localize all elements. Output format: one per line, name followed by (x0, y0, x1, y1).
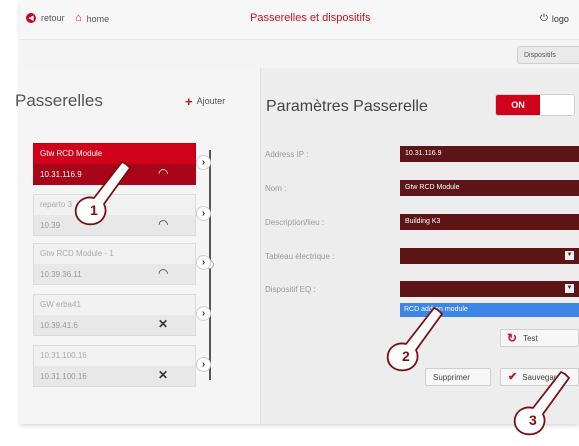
chevron-right-icon[interactable]: › (196, 357, 211, 372)
refresh-icon: ↻ (507, 331, 518, 345)
description-field[interactable]: Building K3 (400, 214, 579, 230)
page-title: Passerelles et dispositifs (250, 12, 371, 24)
callout-number-3: 3 (529, 412, 537, 428)
description-label: Description/lieu : (265, 218, 325, 227)
callout-number-1: 1 (90, 202, 98, 218)
home-label: home (86, 13, 110, 24)
back-arrow-icon: ◀ (26, 13, 36, 23)
gateway-name: 10.31.100.16 (40, 351, 87, 360)
name-field[interactable]: Gtw RCD Module (400, 180, 579, 196)
gateway-item[interactable]: Gtw RCD Module - 1 10.39.36.11 ◠ (33, 243, 196, 285)
test-label: Test (523, 333, 538, 343)
name-label: Nom : (265, 184, 287, 193)
chevron-right-icon[interactable]: › (196, 255, 211, 270)
gateways-title: Passerelles (15, 91, 103, 110)
logout-button[interactable]: ⏻ logo (540, 13, 569, 24)
on-off-toggle[interactable]: ON (495, 94, 575, 116)
test-button[interactable]: ↻ Test (500, 329, 579, 347)
wifi-icon: ◠ (158, 166, 169, 180)
back-label: retour (41, 13, 65, 23)
logout-label: logo (551, 13, 569, 24)
gateway-name: Gtw RCD Module (40, 149, 103, 158)
ip-address-label: Address IP : (265, 150, 309, 159)
gateway-item[interactable]: GW erba41 10.39.41.6 ✕ (33, 294, 196, 336)
eq-device-label: Dispositif EQ : (265, 285, 316, 294)
electrical-panel-label: Tableau électrique : (265, 252, 335, 261)
top-bar: ◀ retour ⌂ home Passerelles et dispositi… (20, 0, 579, 40)
add-gateway-button[interactable]: + Ajouter (185, 93, 226, 109)
chevron-right-icon[interactable]: › (196, 206, 211, 221)
callout-pointer-3: 3 (513, 371, 570, 436)
callout-pointer-1: 1 (74, 161, 131, 226)
gateway-item[interactable]: 10.31.100.16 10.31.100.16 ✕ (33, 345, 196, 387)
callout-pointer-2: 2 (386, 307, 443, 372)
chevron-right-icon[interactable]: › (196, 306, 211, 321)
devices-tab-button[interactable]: Dispositifs (517, 46, 579, 64)
gateway-ip: 10.39.36.11 ◠ (34, 264, 195, 284)
chevron-down-icon[interactable]: ▼ (565, 284, 574, 293)
back-button[interactable]: ◀ retour (26, 13, 65, 23)
toggle-on-label: ON (496, 95, 540, 115)
wifi-icon: ◠ (158, 266, 169, 280)
chevron-right-icon[interactable]: › (196, 155, 211, 170)
ip-address-field[interactable]: 10.31.116.9 (400, 146, 579, 162)
power-icon: ⏻ (540, 13, 548, 24)
chevron-down-icon[interactable]: ▼ (565, 251, 574, 260)
eq-device-select[interactable]: ▼ (400, 281, 579, 297)
settings-title: Paramètres Passerelle (266, 98, 428, 115)
wifi-off-icon: ✕ (158, 368, 169, 382)
plus-icon: + (185, 93, 193, 109)
wifi-off-icon: ✕ (158, 317, 169, 331)
electrical-panel-select[interactable]: ▼ (400, 248, 579, 264)
callout-number-2: 2 (402, 348, 410, 364)
gateway-name: GW erba41 (40, 300, 81, 309)
wifi-icon: ◠ (158, 217, 169, 231)
gateway-ip: 10.39.41.6 ✕ (34, 315, 195, 335)
gateway-ip: 10.31.100.16 ✕ (34, 366, 195, 386)
home-icon: ⌂ (75, 12, 82, 24)
home-button[interactable]: ⌂ home (75, 13, 109, 24)
gateway-name: Gtw RCD Module - 1 (40, 249, 114, 258)
add-label: Ajouter (196, 96, 226, 106)
